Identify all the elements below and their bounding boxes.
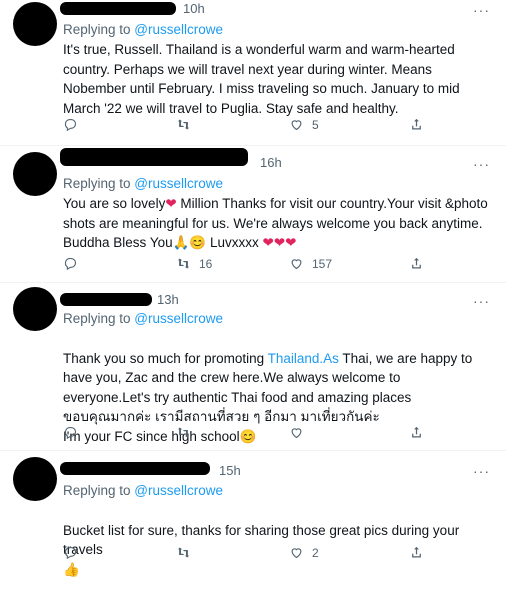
share-button[interactable]	[409, 425, 424, 440]
retweet-icon	[177, 427, 190, 438]
replying-to: Replying to @russellcrowe	[63, 483, 223, 498]
replying-to-label: Replying to	[63, 311, 135, 326]
red-heart-emoji: ❤❤❤	[262, 235, 297, 250]
tweet[interactable]: 13h ··· Replying to @russellcrowe Thank …	[0, 283, 506, 451]
reply-handle-link[interactable]: @russellcrowe	[134, 483, 223, 498]
tweet-text: You are so lovely❤ Million Thanks for vi…	[63, 194, 488, 253]
reply-icon	[64, 426, 77, 440]
tweet-timestamp[interactable]: 10h	[183, 1, 205, 16]
replying-to: Replying to @russellcrowe	[63, 311, 223, 326]
retweet-button[interactable]	[176, 117, 199, 132]
share-button[interactable]	[409, 256, 424, 271]
tweet-actions: 16 157	[63, 256, 443, 276]
avatar[interactable]	[13, 152, 57, 196]
reply-icon	[64, 118, 77, 132]
share-button[interactable]	[409, 545, 424, 560]
retweet-button[interactable]	[176, 425, 199, 440]
retweet-icon	[177, 258, 190, 269]
heart-icon	[291, 548, 302, 559]
redacted-username	[60, 2, 176, 15]
reply-icon	[64, 546, 77, 560]
share-icon	[412, 257, 421, 269]
reply-handle-link[interactable]: @russellcrowe	[134, 311, 223, 326]
redacted-username	[60, 462, 210, 475]
heart-icon	[291, 428, 302, 439]
reply-button[interactable]	[63, 425, 86, 440]
heart-icon	[291, 120, 302, 131]
reply-icon	[64, 257, 77, 271]
retweet-icon	[177, 547, 190, 558]
retweet-icon	[177, 119, 190, 130]
more-icon[interactable]: ···	[473, 463, 490, 479]
smiling-face-emoji: 😊	[189, 235, 207, 250]
tweet-actions	[63, 425, 443, 445]
redacted-username	[60, 293, 152, 306]
avatar[interactable]	[13, 2, 57, 46]
reply-button[interactable]	[63, 256, 86, 271]
tweet[interactable]: 16h ··· Replying to @russellcrowe You ar…	[0, 146, 506, 283]
replying-to-label: Replying to	[63, 22, 135, 37]
more-icon[interactable]: ···	[473, 2, 490, 18]
tweet-timestamp[interactable]: 15h	[219, 463, 241, 478]
like-count: 5	[312, 117, 319, 132]
like-count: 157	[312, 256, 333, 271]
retweet-button[interactable]: 16	[176, 256, 212, 271]
tweet-timestamp[interactable]: 13h	[157, 292, 179, 307]
avatar[interactable]	[13, 457, 57, 501]
more-icon[interactable]: ···	[473, 156, 490, 172]
share-icon	[412, 118, 421, 130]
folded-hands-emoji: 🙏	[172, 235, 190, 250]
hashtag-link[interactable]: Thailand.As	[268, 351, 339, 366]
replying-to-label: Replying to	[63, 483, 135, 498]
tweet-actions: 2	[63, 545, 443, 565]
red-heart-emoji: ❤	[165, 196, 177, 211]
like-button[interactable]: 157	[289, 256, 332, 271]
reply-handle-link[interactable]: @russellcrowe	[134, 22, 223, 37]
replying-to-label: Replying to	[63, 176, 135, 191]
tweet-actions: 5	[63, 117, 443, 137]
tweet-timestamp[interactable]: 16h	[260, 155, 282, 170]
tweet[interactable]: 15h ··· Replying to @russellcrowe Bucket…	[0, 451, 506, 577]
share-button[interactable]	[409, 117, 424, 132]
heart-icon	[291, 259, 302, 270]
like-button[interactable]: 5	[289, 117, 319, 132]
tweet[interactable]: 10h ··· Replying to @russellcrowe It's t…	[0, 0, 506, 146]
like-button[interactable]	[289, 425, 312, 440]
tweet-text-part: Luvxxxx	[206, 235, 263, 250]
retweet-button[interactable]	[176, 545, 199, 560]
replying-to: Replying to @russellcrowe	[63, 22, 223, 37]
share-icon	[412, 546, 421, 558]
tweet-text: It's true, Russell. Thailand is a wonder…	[63, 42, 460, 116]
retweet-count: 16	[199, 256, 213, 271]
reply-button[interactable]	[63, 117, 86, 132]
replying-to: Replying to @russellcrowe	[63, 176, 223, 191]
like-button[interactable]: 2	[289, 545, 319, 560]
reply-button[interactable]	[63, 545, 86, 560]
tweet-text-part: You are so lovely	[63, 196, 166, 211]
more-icon[interactable]: ···	[473, 293, 490, 309]
share-icon	[412, 426, 421, 438]
tweet-text-part: Thank you so much for promoting	[63, 350, 268, 366]
like-count: 2	[312, 545, 319, 560]
avatar[interactable]	[13, 287, 57, 331]
reply-handle-link[interactable]: @russellcrowe	[134, 176, 223, 191]
redacted-username	[60, 148, 248, 166]
